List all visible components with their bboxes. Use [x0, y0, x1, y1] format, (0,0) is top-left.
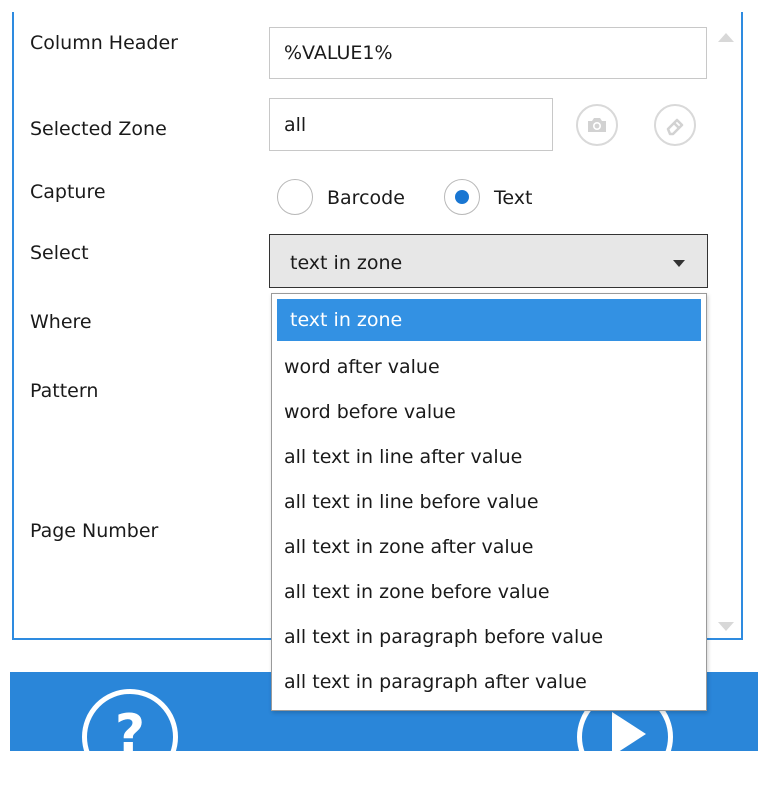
scroll-up-arrow-icon[interactable]	[718, 33, 734, 42]
dropdown-option[interactable]: all text in paragraph after value	[284, 671, 587, 693]
scroll-down-arrow-icon[interactable]	[718, 622, 734, 631]
eraser-icon[interactable]	[654, 104, 696, 146]
select-current-value: text in zone	[290, 252, 403, 274]
select-dropdown[interactable]: text in zone	[269, 234, 708, 288]
page-number-label: Page Number	[30, 520, 159, 542]
select-options-list: text in zone word after value word befor…	[271, 293, 707, 711]
dropdown-option[interactable]: all text in zone before value	[284, 581, 550, 603]
where-label: Where	[30, 311, 92, 333]
selected-zone-input[interactable]: all	[269, 98, 553, 151]
capture-label: Capture	[30, 181, 106, 203]
column-header-label: Column Header	[30, 32, 178, 54]
column-header-input[interactable]: %VALUE1%	[269, 27, 707, 79]
radio-selected-dot	[455, 190, 469, 204]
pattern-label: Pattern	[30, 380, 99, 402]
dropdown-option[interactable]: all text in zone after value	[284, 536, 533, 558]
dropdown-option-text-in-zone[interactable]: text in zone	[277, 299, 701, 341]
dropdown-option[interactable]: word before value	[284, 401, 456, 423]
camera-icon[interactable]	[576, 104, 618, 146]
barcode-radio-label[interactable]: Barcode	[327, 187, 405, 209]
selected-zone-label: Selected Zone	[30, 118, 167, 140]
barcode-radio[interactable]	[277, 179, 313, 215]
dropdown-option[interactable]: all text in paragraph before value	[284, 626, 603, 648]
dropdown-option[interactable]: word after value	[284, 356, 440, 378]
dropdown-option[interactable]: all text in line after value	[284, 446, 522, 468]
text-radio[interactable]	[444, 179, 480, 215]
dropdown-arrow-icon[interactable]	[673, 260, 685, 267]
select-label: Select	[30, 242, 89, 264]
text-radio-label[interactable]: Text	[494, 187, 532, 209]
dropdown-option[interactable]: all text in line before value	[284, 491, 539, 513]
help-icon[interactable]: ?	[82, 689, 178, 785]
